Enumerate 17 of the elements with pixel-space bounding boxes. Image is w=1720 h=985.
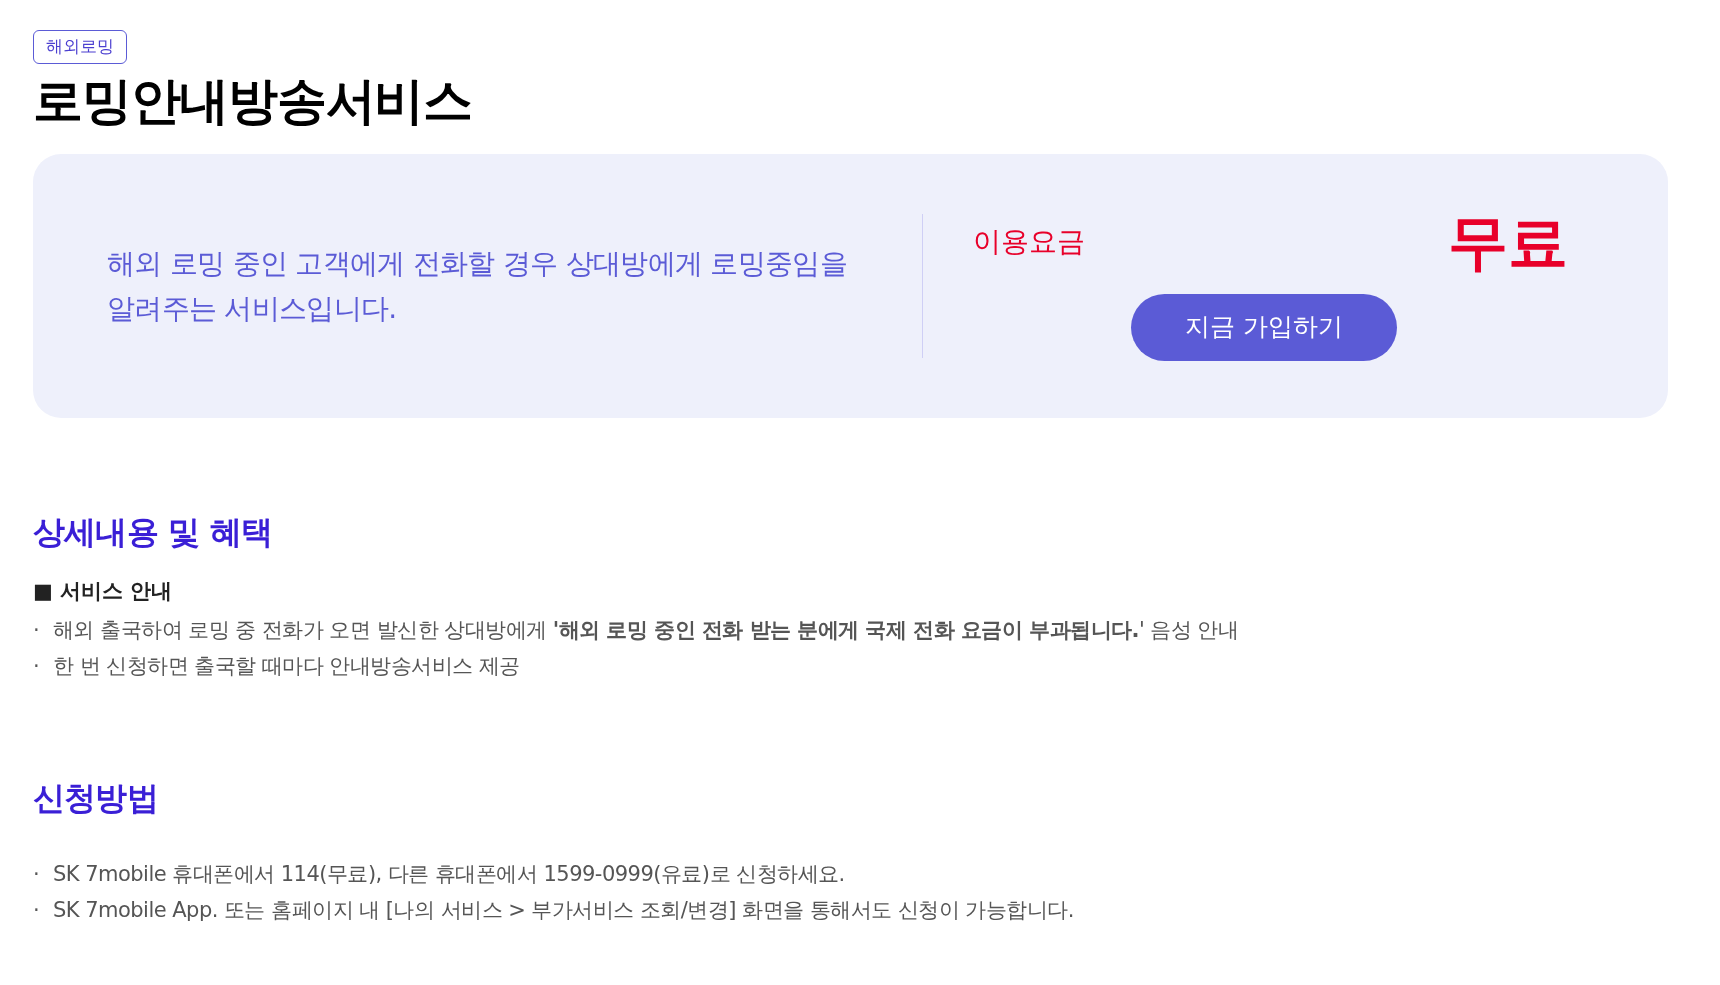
bullet-mark: · (33, 616, 41, 644)
list-item-text: 한 번 신청하면 출국할 때마다 안내방송서비스 제공 (53, 652, 520, 680)
subsection-heading: ■ 서비스 안내 (33, 578, 174, 605)
fee-value: 무료 (1448, 211, 1568, 272)
bullet-mark: · (33, 896, 41, 924)
service-description: 해외 로밍 중인 고객에게 전화할 경우 상대방에게 로밍중임을 알려주는 서비스입니다. (107, 246, 847, 327)
page-title: 로밍안내방송서비스 (33, 70, 473, 132)
list-item-text: SK 7mobile 휴대폰에서 114(무료), 다른 휴대폰에서 1599-0999(유료)로 신청하세요. (53, 860, 845, 888)
subscribe-button[interactable]: 지금 가입하기 (1131, 293, 1397, 361)
list-item-text: 해외 출국하여 로밍 중 전화가 오면 발신한 상대방에게 '해외 로밍 중인 전화 받는 분에게 국제 전화 요금이 부과됩니다.' 음성 안내 (53, 616, 1239, 644)
category-tag: 해외로밍 (33, 30, 127, 64)
section-heading: 신청방법 (33, 777, 159, 819)
bullet-mark: · (33, 652, 41, 680)
section-heading: 상세내용 및 혜택 (33, 512, 274, 553)
list-item-text: SK 7mobile App. 또는 홈페이지 내 [나의 서비스 > 부가서비스 조회/변경] 화면을 통해서도 신청이 가능합니다. (53, 896, 1074, 924)
fee-label: 이용요금 (973, 223, 1085, 260)
bullet-mark: · (33, 860, 41, 888)
